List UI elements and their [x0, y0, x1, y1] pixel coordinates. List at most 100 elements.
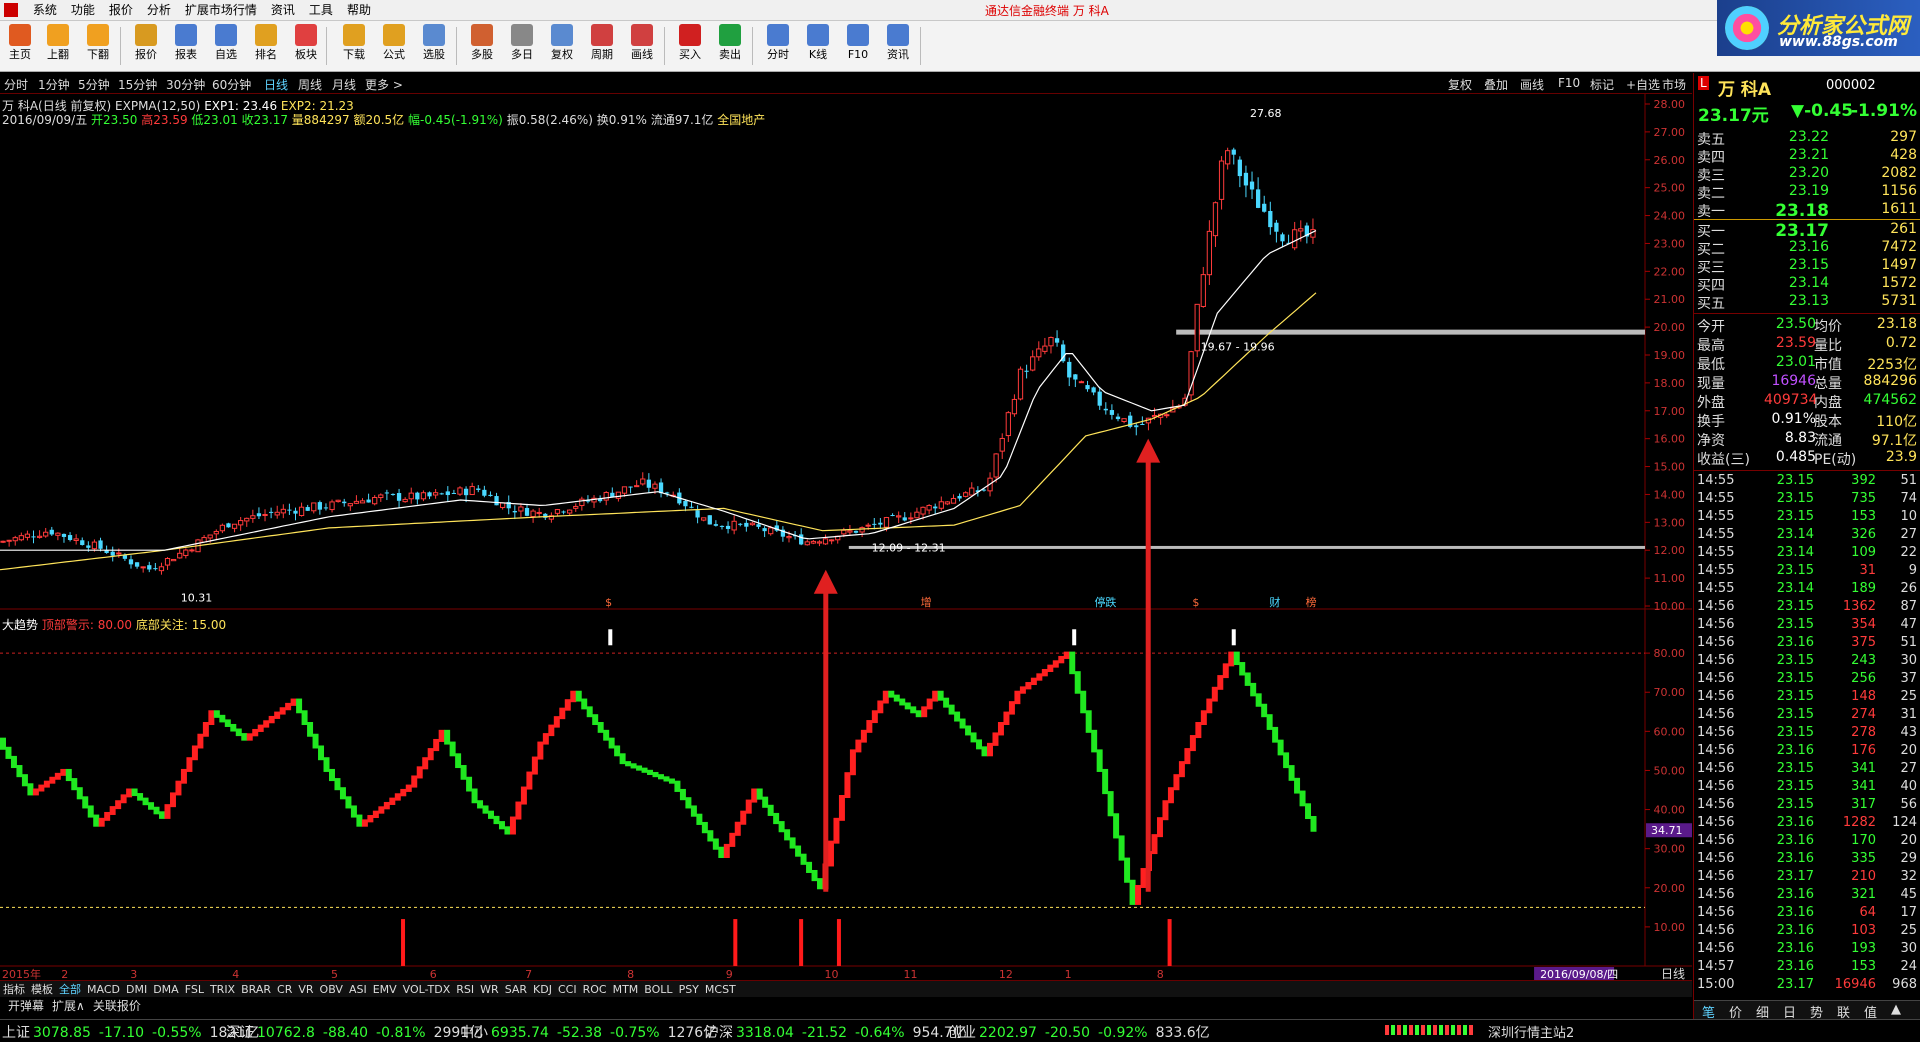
buy-level-1[interactable]: 买二 23.16 7472	[1696, 239, 1919, 258]
chart-tool-0[interactable]: 复权	[1448, 76, 1472, 93]
period-tab-3[interactable]: 15分钟	[118, 76, 157, 93]
menu-item-7[interactable]: 帮助	[340, 0, 378, 20]
menu-item-1[interactable]: 功能	[64, 0, 102, 20]
indicator-tab-22[interactable]: BOLL	[644, 983, 672, 996]
indicator-tab-19[interactable]: CCI	[558, 983, 577, 996]
toolbar-button-9[interactable]: 公式	[376, 24, 412, 62]
indicator-tab-7[interactable]: TRIX	[210, 983, 235, 996]
toolbar-button-11[interactable]: 多股	[464, 24, 500, 62]
buy-level-3[interactable]: 买四 23.14 1572	[1696, 275, 1919, 294]
indicator-tab-4[interactable]: DMI	[126, 983, 147, 996]
index-status-0[interactable]: 上证 3078.85 -17.10 -0.55% 1821亿	[2, 1022, 259, 1042]
indicator-tab-6[interactable]: FSL	[185, 983, 204, 996]
indicator-tab-12[interactable]: ASI	[349, 983, 367, 996]
indicator-tab-0[interactable]: 指标	[3, 983, 25, 996]
bottom-tab-1[interactable]: 扩展∧	[52, 999, 85, 1013]
indicator-tab-24[interactable]: MCST	[705, 983, 736, 996]
indicator-tab-14[interactable]: VOL-TDX	[403, 983, 451, 996]
sell-level-1[interactable]: 卖四 23.21 428	[1696, 147, 1919, 166]
event-mark[interactable]: 增	[921, 595, 932, 609]
toolbar-button-7[interactable]: 板块	[288, 24, 324, 62]
toolbar-button-1[interactable]: 上翻	[40, 24, 76, 62]
chart-tool-3[interactable]: F10	[1558, 76, 1580, 90]
chart-tool-4[interactable]: 标记	[1590, 76, 1614, 93]
bottom-tab-2[interactable]: 关联报价	[93, 999, 141, 1013]
indicator-tab-21[interactable]: MTM	[613, 983, 639, 996]
toolbar-button-8[interactable]: 下载	[336, 24, 372, 62]
period-tab-5[interactable]: 60分钟	[212, 76, 251, 93]
event-mark[interactable]: 停跌	[1094, 595, 1116, 609]
sell-level-3[interactable]: 卖二 23.19 1156	[1696, 183, 1919, 202]
period-tab-4[interactable]: 30分钟	[166, 76, 205, 93]
menu-item-4[interactable]: 扩展市场行情	[178, 0, 264, 20]
sell-level-4[interactable]: 卖一 23.18 1611	[1696, 201, 1919, 221]
bar-sector[interactable]: 全国地产	[717, 113, 765, 127]
index-status-3[interactable]: 沪深 3318.04 -21.52 -0.64% 954.7亿	[705, 1022, 967, 1042]
indicator-tab-11[interactable]: OBV	[320, 983, 343, 996]
buy-level-4[interactable]: 买五 23.13 5731	[1696, 293, 1919, 312]
toolbar-button-13[interactable]: 复权	[544, 24, 580, 62]
toolbar-button-0[interactable]: 主页	[2, 24, 38, 62]
period-tab-9[interactable]: 更多 >	[365, 76, 403, 93]
menu-item-3[interactable]: 分析	[140, 0, 178, 20]
indicator-tab-23[interactable]: PSY	[679, 983, 699, 996]
indicator-tab-9[interactable]: CR	[277, 983, 292, 996]
toolbar-button-15[interactable]: 画线	[624, 24, 660, 62]
sell-level-2[interactable]: 卖三 23.20 2082	[1696, 165, 1919, 184]
buy-level-0[interactable]: 买一 23.17 261	[1696, 221, 1919, 241]
index-status-4[interactable]: 创业 2202.97 -20.50 -0.92% 833.6亿	[948, 1022, 1210, 1042]
chart-tool-6[interactable]: 市场	[1662, 76, 1686, 93]
indicator-tab-8[interactable]: BRAR	[241, 983, 271, 996]
toolbar-button-16[interactable]: 买入	[672, 24, 708, 62]
toolbar-button-19[interactable]: K线	[800, 24, 836, 62]
quote-tab-7[interactable]: ▲	[1891, 1002, 1901, 1017]
indicator-tab-15[interactable]: RSI	[456, 983, 474, 996]
event-mark[interactable]: $	[1192, 596, 1199, 609]
period-tab-0[interactable]: 分时	[4, 76, 28, 93]
menu-item-2[interactable]: 报价	[102, 0, 140, 20]
period-tab-2[interactable]: 5分钟	[78, 76, 110, 93]
toolbar-button-21[interactable]: 资讯	[880, 24, 916, 62]
indicator-tab-17[interactable]: SAR	[505, 983, 527, 996]
menu-item-0[interactable]: 系统	[26, 0, 64, 20]
toolbar-button-18[interactable]: 分时	[760, 24, 796, 62]
indicator-tab-1[interactable]: 模板	[31, 983, 53, 996]
toolbar-button-20[interactable]: F10	[840, 24, 876, 62]
indicator-tab-5[interactable]: DMA	[153, 983, 179, 996]
indicator-tab-18[interactable]: KDJ	[533, 983, 552, 996]
period-tab-7[interactable]: 周线	[298, 76, 322, 93]
index-status-2[interactable]: 中小 6935.74 -52.38 -0.75% 1276亿	[460, 1022, 717, 1042]
sell-level-0[interactable]: 卖五 23.22 297	[1696, 129, 1919, 148]
toolbar-button-4[interactable]: 报表	[168, 24, 204, 62]
indicator-tab-10[interactable]: VR	[298, 983, 313, 996]
chart-tool-2[interactable]: 画线	[1520, 76, 1544, 93]
period-tab-8[interactable]: 月线	[332, 76, 356, 93]
bottom-tab-0[interactable]: 开弹幕	[8, 999, 44, 1013]
toolbar-button-14[interactable]: 周期	[584, 24, 620, 62]
event-mark[interactable]: 财	[1269, 595, 1280, 609]
toolbar-button-10[interactable]: 选股	[416, 24, 452, 62]
toolbar-button-5[interactable]: 自选	[208, 24, 244, 62]
event-mark[interactable]: 榜	[1306, 595, 1317, 609]
indicator-tab-16[interactable]: WR	[480, 983, 499, 996]
menu-item-5[interactable]: 资讯	[264, 0, 302, 20]
kline-chart[interactable]: 28.00 27.00 26.00 25.00 24.00 23.00 22.00 21.00…	[0, 94, 1692, 980]
event-mark[interactable]: $	[605, 596, 612, 609]
indicator-tab-3[interactable]: MACD	[87, 983, 120, 996]
toolbar-button-6[interactable]: 排名	[248, 24, 284, 62]
period-tab-1[interactable]: 1分钟	[38, 76, 70, 93]
toolbar-button-12[interactable]: 多日	[504, 24, 540, 62]
toolbar-button-3[interactable]: 报价	[128, 24, 164, 62]
indicator-tab-13[interactable]: EMV	[373, 983, 397, 996]
indicator-tab-20[interactable]: ROC	[583, 983, 607, 996]
indicator-tab-2[interactable]: 全部	[59, 983, 81, 996]
chart-tool-5[interactable]: +自选	[1626, 76, 1660, 93]
chart-tool-1[interactable]: 叠加	[1484, 76, 1508, 93]
buy-level-2[interactable]: 买三 23.15 1497	[1696, 257, 1919, 276]
bottom-period-label[interactable]: 日线	[1661, 965, 1685, 982]
toolbar-button-2[interactable]: 下翻	[80, 24, 116, 62]
index-status-1[interactable]: 深证 10762.8 -88.40 -0.81% 2991亿	[226, 1022, 483, 1042]
period-tab-6[interactable]: 日线	[264, 76, 288, 93]
menu-item-6[interactable]: 工具	[302, 0, 340, 20]
server-status[interactable]: 深圳行情主站2	[1488, 1022, 1574, 1041]
